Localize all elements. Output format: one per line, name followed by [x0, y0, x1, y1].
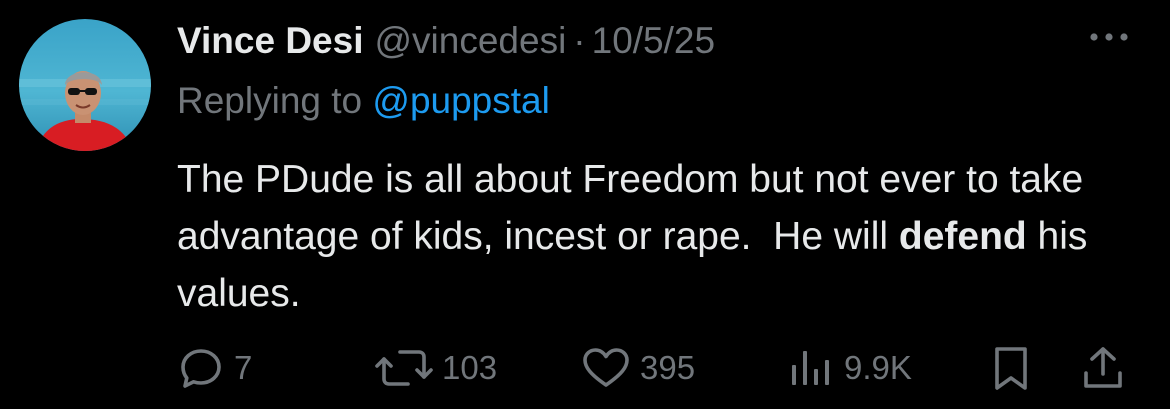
- avatar[interactable]: [19, 19, 151, 151]
- replying-to-handle[interactable]: @puppstal: [372, 80, 549, 121]
- like-button[interactable]: 395: [580, 340, 695, 396]
- reply-count: 7: [234, 349, 253, 386]
- tweet-text-bold: defend: [898, 215, 1027, 258]
- header-separator: ·: [573, 20, 586, 61]
- tweet-header: Vince Desi @vincedesi · 10/5/25: [177, 16, 715, 66]
- author-handle[interactable]: @vincedesi: [374, 16, 566, 66]
- like-count: 395: [640, 349, 696, 386]
- replying-to-label: Replying to: [177, 80, 363, 121]
- share-icon: [1078, 343, 1128, 393]
- tweet-text: The PDude is all about Freedom but not e…: [177, 151, 1137, 322]
- retweet-button[interactable]: 103: [374, 340, 497, 396]
- retweet-count: 103: [442, 349, 498, 386]
- bookmark-icon: [988, 343, 1034, 393]
- share-button[interactable]: [1078, 340, 1128, 396]
- tweet-card: Vince Desi @vincedesi · 10/5/25 Replying…: [0, 0, 1170, 409]
- retweet-icon: [374, 343, 434, 393]
- views-bar-chart-icon: [786, 343, 836, 393]
- views-button[interactable]: 9.9K: [786, 340, 912, 396]
- tweet-date[interactable]: 10/5/25: [592, 16, 715, 66]
- bookmark-button[interactable]: [988, 340, 1034, 396]
- author-name[interactable]: Vince Desi: [177, 16, 363, 66]
- views-count: 9.9K: [844, 349, 912, 386]
- action-bar: 7 103 395 9.9K: [0, 340, 1170, 396]
- more-horizontal-icon[interactable]: [1088, 26, 1130, 48]
- reply-button[interactable]: 7: [176, 340, 252, 396]
- heart-icon: [580, 343, 632, 393]
- reply-bubble-icon: [176, 343, 226, 393]
- avatar-image: [19, 19, 151, 151]
- replying-to-line: Replying to @puppstal: [177, 76, 550, 126]
